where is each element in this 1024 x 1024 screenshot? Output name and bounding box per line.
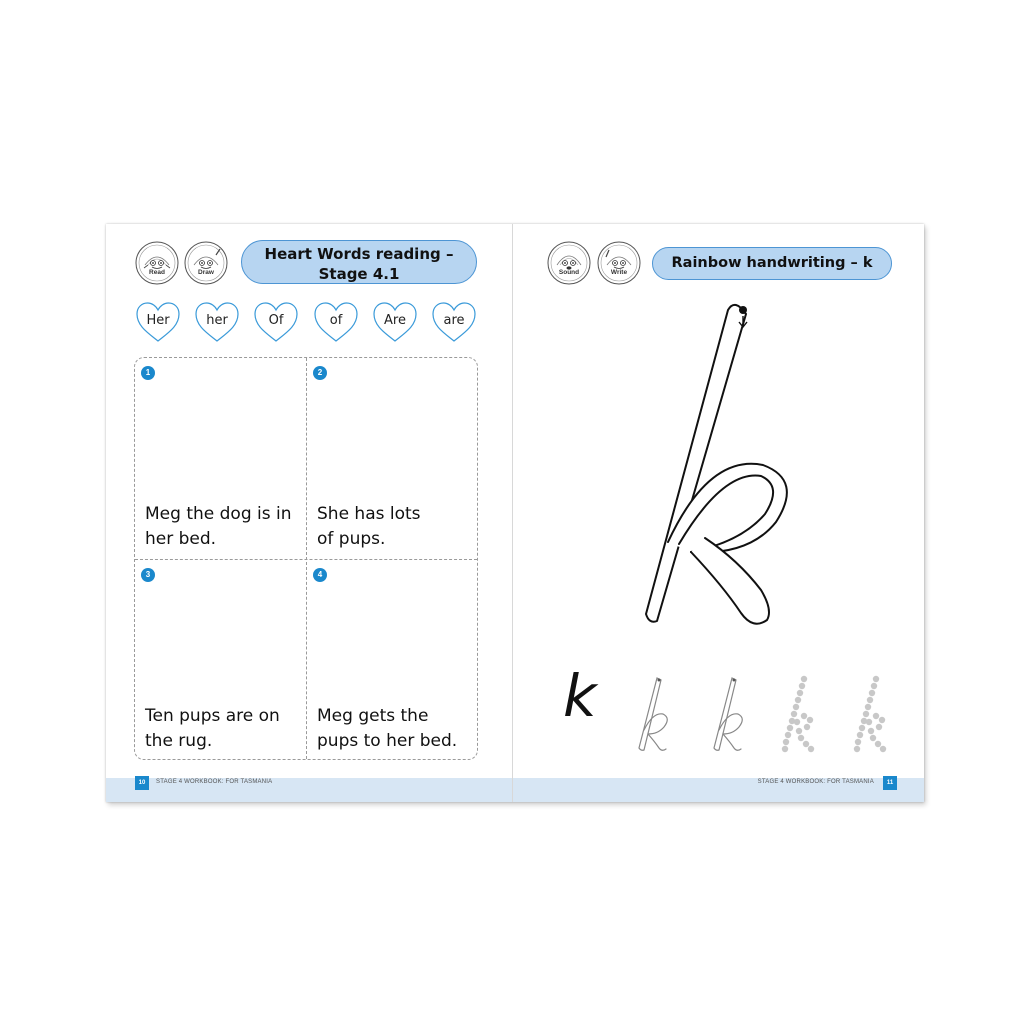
practice-letter-dotted-1[interactable] <box>777 674 817 754</box>
writing-character-icon <box>597 241 641 285</box>
panel-sentence: She has lots of pups. <box>317 502 477 552</box>
heart-word-text: Her <box>146 313 170 328</box>
title-letter: k <box>862 255 873 271</box>
large-letter-k-tracing-guide <box>645 303 788 625</box>
reading-character-icon <box>135 241 179 285</box>
title-text: Rainbow handwriting – <box>671 255 863 271</box>
reading-panels-grid: 1 Meg the dog is in her bed. 2 She has l… <box>134 357 478 760</box>
start-point-icon <box>739 306 747 314</box>
heart-word-text: of <box>329 313 343 328</box>
heart-word-text: Are <box>384 313 406 328</box>
badge-label: Read <box>149 269 165 276</box>
reading-panel-2[interactable]: 2 She has lots of pups. <box>307 358 478 559</box>
page-number: 11 <box>883 776 897 790</box>
sentence-line: the rug. <box>145 731 213 751</box>
right-page: Sound Write Rainbow handwriting – k k ST… <box>513 224 924 802</box>
heart-word-text: Of <box>268 313 284 328</box>
heart-word-text: her <box>206 313 228 328</box>
sentence-line: Meg the dog is in <box>145 504 292 524</box>
page-title: Heart Words reading – Stage 4.1 <box>241 240 477 284</box>
panel-number: 2 <box>313 366 327 380</box>
practice-letter-outline-2[interactable] <box>706 674 746 754</box>
sentence-line: pups to her bed. <box>317 731 458 751</box>
sentence-line: her bed. <box>145 529 217 549</box>
panel-sentence: Meg gets the pups to her bed. <box>317 704 477 754</box>
reading-panel-4[interactable]: 4 Meg gets the pups to her bed. <box>307 560 478 761</box>
sound-character-icon <box>547 241 591 285</box>
heart-word: are <box>431 301 477 343</box>
sentence-line: Ten pups are on <box>145 706 280 726</box>
page-number: 10 <box>135 776 149 790</box>
sound-badge: Sound <box>547 241 591 285</box>
heart-word: Of <box>253 301 299 343</box>
practice-letter-solid: k <box>563 662 597 730</box>
write-badge: Write <box>597 241 641 285</box>
workbook-spread: Read Draw Heart Words reading – Stage 4.… <box>106 224 924 802</box>
sentence-line: She has lots <box>317 504 421 524</box>
title-line-1: Heart Words reading – <box>264 245 454 263</box>
panel-number: 1 <box>141 366 155 380</box>
heart-word-text: are <box>443 313 465 328</box>
heart-word: Her <box>135 301 181 343</box>
practice-letter-dotted-2[interactable] <box>849 674 889 754</box>
footer-text: STAGE 4 WORKBOOK: FOR TASMANIA <box>757 779 874 785</box>
reading-panel-1[interactable]: 1 Meg the dog is in her bed. <box>135 358 306 559</box>
reading-panel-3[interactable]: 3 Ten pups are on the rug. <box>135 560 306 761</box>
badge-label: Draw <box>198 269 214 276</box>
page-title: Rainbow handwriting – k <box>652 247 892 280</box>
heart-word: of <box>313 301 359 343</box>
drawing-character-icon <box>184 241 228 285</box>
panel-sentence: Ten pups are on the rug. <box>145 704 305 754</box>
panel-sentence: Meg the dog is in her bed. <box>145 502 305 552</box>
sentence-line: of pups. <box>317 529 386 549</box>
draw-badge: Draw <box>184 241 228 285</box>
badge-label: Sound <box>558 269 580 276</box>
panel-number: 3 <box>141 568 155 582</box>
panel-number: 4 <box>313 568 327 582</box>
footer-text: STAGE 4 WORKBOOK: FOR TASMANIA <box>156 779 273 785</box>
sentence-line: Meg gets the <box>317 706 429 726</box>
read-badge: Read <box>135 241 179 285</box>
title-line-2: Stage 4.1 <box>318 265 400 283</box>
left-page: Read Draw Heart Words reading – Stage 4.… <box>106 224 512 802</box>
practice-letter-outline-1[interactable] <box>631 674 671 754</box>
heart-word: her <box>194 301 240 343</box>
badge-label: Write <box>610 269 628 276</box>
heart-word: Are <box>372 301 418 343</box>
